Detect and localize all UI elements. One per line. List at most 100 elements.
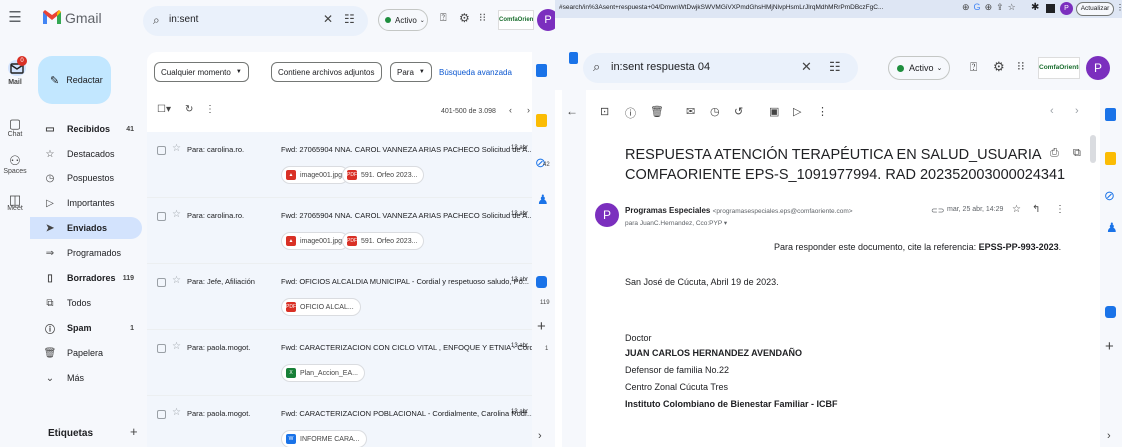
- mail-rail-icon[interactable]: 0: [8, 56, 27, 76]
- left-search-box[interactable]: ⌕ in:sent ✕ ☷: [143, 6, 368, 36]
- extensions-icon[interactable]: ✱: [1031, 2, 1039, 13]
- spaces-icon[interactable]: ⚇: [0, 153, 30, 169]
- browser-profile-avatar[interactable]: P: [1060, 2, 1073, 15]
- reply-icon[interactable]: ↰: [1032, 204, 1040, 215]
- search-icon[interactable]: ⌕: [593, 59, 600, 75]
- message-scrollbar[interactable]: [1090, 135, 1096, 163]
- attachment-chip[interactable]: PDF 591. Orfeo 2023...: [342, 166, 425, 184]
- meet-addon-icon[interactable]: [536, 276, 547, 288]
- row-checkbox[interactable]: [157, 278, 166, 287]
- label-icon[interactable]: ▷: [793, 105, 801, 118]
- nav-item-destacados[interactable]: ☆ Destacados: [30, 143, 142, 165]
- attachment-chip[interactable]: PDF OFICIO ALCAL...: [281, 298, 361, 316]
- email-row[interactable]: ☆ Para: carolina.ro. Fwd: 27065904 NNA. …: [147, 132, 537, 198]
- delete-icon[interactable]: 🗑: [650, 105, 664, 118]
- filter-time-chip[interactable]: Cualquier momento ▼: [154, 62, 249, 82]
- email-row[interactable]: ☆ Para: Jefe, Afiliación Fwd: OFICIOS AL…: [147, 264, 537, 330]
- status-dropdown[interactable]: Activo ⌄: [378, 9, 428, 31]
- search-options-icon[interactable]: ☷: [829, 59, 841, 75]
- search-options-icon[interactable]: ☷: [344, 12, 355, 26]
- print-icon[interactable]: ⎙: [1050, 147, 1059, 160]
- meet-addon-icon[interactable]: [1105, 306, 1116, 318]
- attachment-chip[interactable]: W INFORME CARA...: [281, 430, 367, 447]
- row-checkbox[interactable]: [157, 410, 166, 419]
- report-spam-icon[interactable]: ⓘ: [625, 105, 636, 121]
- nav-item-programados[interactable]: ⇒ Programados: [30, 242, 142, 264]
- nav-item-recibidos[interactable]: ▭ Recibidos 41: [30, 118, 142, 140]
- nav-item-pospuestos[interactable]: ◷ Pospuestos: [30, 167, 142, 189]
- more-vert-icon[interactable]: ⋮: [817, 105, 828, 118]
- account-avatar[interactable]: P: [1086, 56, 1110, 80]
- star-icon[interactable]: ☆: [172, 275, 181, 286]
- main-menu-icon[interactable]: ☰: [0, 8, 30, 26]
- attachment-chip[interactable]: ▲ image001.jpg: [281, 166, 350, 184]
- email-row[interactable]: ☆ Para: carolina.ro. Fwd: 27065904 NNA. …: [147, 198, 537, 264]
- compose-button[interactable]: ✎ Redactar: [38, 56, 111, 104]
- open-new-window-icon[interactable]: ⧉: [1073, 147, 1081, 160]
- prev-message-icon[interactable]: ‹: [1050, 105, 1054, 117]
- tasks-addon-icon[interactable]: ⊘: [1104, 188, 1115, 204]
- star-icon[interactable]: ☆: [1012, 204, 1021, 215]
- next-page-icon[interactable]: ›: [527, 105, 530, 115]
- add-label-icon[interactable]: +: [130, 424, 138, 439]
- archive-icon[interactable]: ⊡: [600, 105, 609, 118]
- nav-item-enviados[interactable]: ➤ Enviados: [30, 217, 142, 239]
- mark-unread-icon[interactable]: ✉: [686, 105, 695, 118]
- select-all-checkbox[interactable]: ☐▾: [157, 104, 171, 115]
- chevron-right-icon[interactable]: ›: [1107, 430, 1111, 442]
- attachment-chip[interactable]: X Plan_Accion_EA...: [281, 364, 365, 382]
- row-checkbox[interactable]: [157, 212, 166, 221]
- snooze-icon[interactable]: ◷: [710, 105, 720, 118]
- nav-item-importantes[interactable]: ▷ Importantes: [30, 192, 142, 214]
- url-text[interactable]: #search/in%3Asent+respuesta+04/DmwnWtDwj…: [559, 4, 959, 11]
- update-button[interactable]: Actualizar: [1076, 2, 1114, 16]
- gmail-logo-icon[interactable]: [42, 9, 62, 25]
- email-row[interactable]: ☆ Para: paola.mogot. Fwd: CARACTERIZACIO…: [147, 396, 537, 447]
- clear-search-icon[interactable]: ✕: [801, 59, 812, 75]
- keep-addon-icon[interactable]: [1105, 152, 1116, 165]
- calendar-addon-icon[interactable]: [1105, 108, 1116, 121]
- apps-grid-icon[interactable]: ⁝⁝: [479, 11, 486, 24]
- next-message-icon[interactable]: ›: [1075, 105, 1079, 117]
- email-row[interactable]: ☆ Para: paola.mogot. Fwd: CARACTERIZACIO…: [147, 330, 540, 396]
- help-icon[interactable]: ⍰: [970, 60, 977, 75]
- keep-addon-icon[interactable]: [536, 114, 547, 127]
- contacts-addon-icon[interactable]: ♟: [537, 192, 549, 208]
- advanced-search-link[interactable]: Búsqueda avanzada: [439, 68, 512, 77]
- settings-gear-icon[interactable]: ⚙: [993, 59, 1005, 75]
- search-input[interactable]: in:sent: [169, 14, 198, 25]
- sender-avatar[interactable]: P: [595, 203, 619, 227]
- sidepanel-icon[interactable]: [1046, 4, 1055, 13]
- refresh-icon[interactable]: ↻: [185, 104, 193, 115]
- move-to-icon[interactable]: ▣: [769, 105, 779, 118]
- sender-name[interactable]: Programas Especiales: [625, 206, 710, 215]
- browser-menu-icon[interactable]: ⋮: [1116, 3, 1122, 12]
- row-checkbox[interactable]: [157, 344, 166, 353]
- more-vert-icon[interactable]: ⋮: [1055, 204, 1065, 215]
- browser-action-icons[interactable]: ⊕G⊕⇪☆: [962, 2, 1020, 13]
- right-search-box[interactable]: ⌕ in:sent respuesta 04 ✕ ☷: [583, 53, 858, 83]
- calendar-addon-icon[interactable]: [536, 64, 547, 77]
- apps-grid-icon[interactable]: ⁝⁝: [1017, 59, 1025, 73]
- attachment-chip[interactable]: PDF 591. Orfeo 2023...: [342, 232, 425, 250]
- clear-search-icon[interactable]: ✕: [323, 12, 333, 26]
- search-icon[interactable]: ⌕: [153, 13, 160, 28]
- contacts-addon-icon[interactable]: ♟: [1106, 220, 1118, 236]
- settings-gear-icon[interactable]: ⚙: [459, 11, 470, 25]
- search-input[interactable]: in:sent respuesta 04: [611, 61, 710, 73]
- filter-to-chip[interactable]: Para ▼: [390, 62, 432, 82]
- chevron-right-icon[interactable]: ›: [538, 430, 542, 442]
- star-icon[interactable]: ☆: [172, 341, 181, 352]
- nav-item-mas[interactable]: ⌄ Más: [30, 367, 142, 389]
- help-icon[interactable]: ⍰: [440, 12, 447, 25]
- calendar-addon-icon[interactable]: [569, 52, 578, 64]
- add-addon-icon[interactable]: +: [537, 318, 546, 335]
- row-checkbox[interactable]: [157, 146, 166, 155]
- status-dropdown[interactable]: Activo ⌄: [888, 56, 950, 80]
- nav-item-todos[interactable]: ⧉ Todos: [30, 292, 142, 314]
- nav-item-papelera[interactable]: 🗑 Papelera: [30, 342, 142, 364]
- star-icon[interactable]: ☆: [172, 209, 181, 220]
- account-avatar[interactable]: P: [537, 9, 555, 31]
- back-arrow-icon[interactable]: ←: [566, 104, 578, 118]
- star-icon[interactable]: ☆: [172, 407, 181, 418]
